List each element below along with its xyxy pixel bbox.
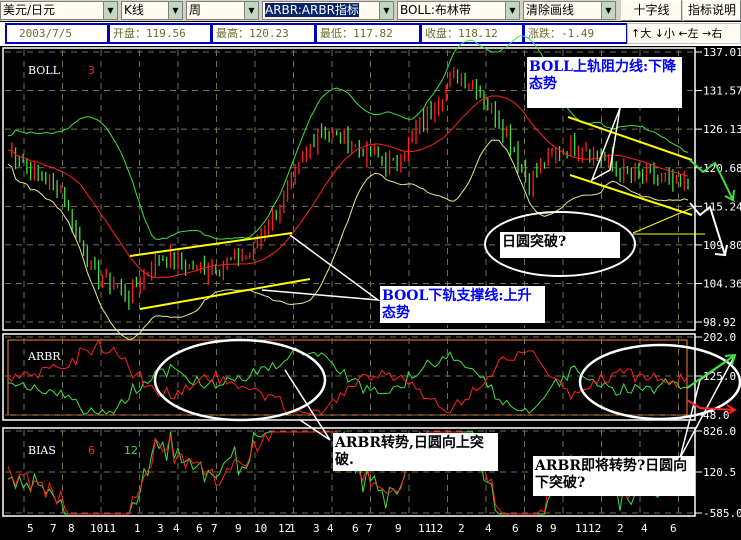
x-tick-label: 12 (430, 522, 443, 535)
price-tick-label: 104.36 (703, 277, 741, 290)
arbr-label: ARBR (27, 350, 61, 363)
note-boll-lower: BOOL下轨支撑线:上升态势 (380, 286, 545, 323)
bias-param-12: 12 (124, 444, 138, 457)
x-tick-label: 11 (103, 522, 116, 535)
x-tick-label: 3 (157, 522, 164, 535)
price-tick-label: 137.01 (703, 46, 741, 59)
x-tick-label: 5 (27, 522, 34, 535)
x-tick-label: 2 (617, 522, 624, 535)
x-tick-label: 1 (289, 522, 296, 535)
x-tick-label: 4 (641, 522, 648, 535)
x-tick-label: 4 (173, 522, 180, 535)
highlight-ellipse (153, 338, 327, 422)
x-tick-label: 6 (352, 522, 359, 535)
x-tick-label: 6 (670, 522, 677, 535)
x-tick-label: 10 (90, 522, 103, 535)
br-line (7, 338, 689, 415)
bias-label: BIAS (28, 444, 56, 457)
note-arbr-turn: ARBR转势,日圆向上突破. (333, 433, 498, 471)
arbr-tick-label: 125.0 (703, 370, 736, 383)
bias-tick-label: -585.0 (703, 507, 741, 520)
x-tick-label: 12 (588, 522, 601, 535)
note-arbr-soon: ARBR即将转势?日圆向下突破? (533, 456, 695, 496)
x-tick-label: 9 (550, 522, 557, 535)
note-boll-upper: BOLL上轨阻力线:下降态势 (527, 57, 682, 108)
ar-line (7, 347, 689, 415)
boll-label: BOLL (28, 64, 61, 77)
x-tick-label: 4 (485, 522, 492, 535)
price-tick-label: 98.92 (703, 316, 736, 329)
x-tick-label: 9 (235, 522, 242, 535)
x-tick-label: 1 (134, 522, 141, 535)
bias-tick-label: 120.5 (703, 466, 736, 479)
x-tick-label: 3 (313, 522, 320, 535)
bias-param-6: 6 (88, 444, 95, 457)
arbr-panel-border (2, 333, 696, 421)
arbr-tick-label: 202.0 (703, 331, 736, 344)
x-tick-label: 4 (327, 522, 334, 535)
x-tick-label: 11 (575, 522, 588, 535)
x-tick-label: 7 (211, 522, 218, 535)
x-tick-label: 7 (50, 522, 57, 535)
x-tick-label: 8 (68, 522, 75, 535)
trend-line (567, 116, 693, 161)
x-tick-label: 6 (512, 522, 519, 535)
price-tick-label: 126.13 (703, 123, 741, 136)
bias-tick-label: 826.0 (703, 425, 736, 438)
x-tick-label: 10 (254, 522, 267, 535)
x-tick-label: 7 (366, 522, 373, 535)
x-tick-label: 8 (536, 522, 543, 535)
price-tick-label: 131.57 (703, 85, 741, 98)
x-tick-label: 9 (395, 522, 402, 535)
x-tick-label: 2 (458, 522, 465, 535)
note-yen-break: 日圆突破? (500, 232, 620, 258)
boll-param: 3 (88, 64, 95, 77)
x-tick-label: 6 (196, 522, 203, 535)
trend-line (632, 207, 693, 234)
